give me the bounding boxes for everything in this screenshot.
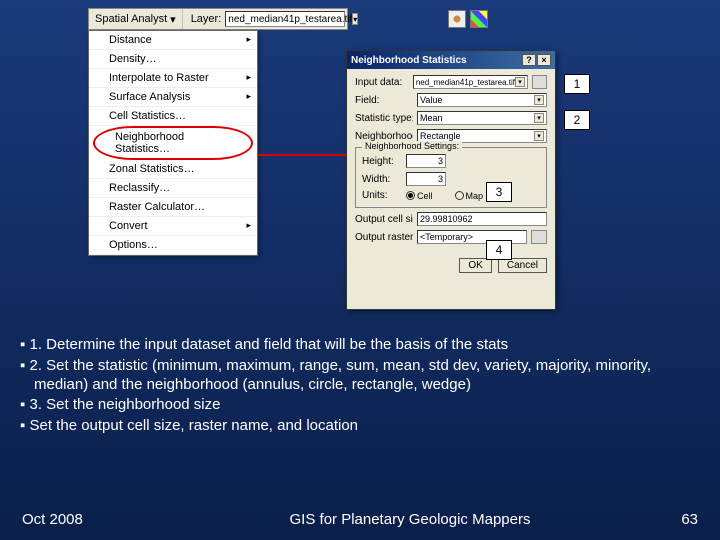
units-cell-radio[interactable]: Cell — [406, 191, 433, 201]
menu-item-interpolate[interactable]: Interpolate to Raster — [89, 69, 257, 88]
menu-item-distance[interactable]: Distance — [89, 31, 257, 50]
input-data-dropdown[interactable]: ned_median41p_testarea.tif ▾ — [413, 75, 528, 89]
chevron-down-icon: ▾ — [170, 13, 176, 26]
callout-2: 2 — [564, 110, 590, 130]
cancel-button[interactable]: Cancel — [498, 258, 547, 273]
bullet-item: 3. Set the neighborhood size — [20, 396, 700, 415]
bullet-item: 2. Set the statistic (minimum, maximum, … — [20, 357, 700, 395]
layer-dropdown[interactable]: ned_median41p_testarea.tif ▾ — [225, 11, 345, 27]
statistic-type-label: Statistic type: — [355, 113, 413, 124]
layer-label: Layer: — [183, 13, 226, 25]
chevron-down-icon: ▾ — [534, 113, 544, 123]
menu-item-convert[interactable]: Convert — [89, 217, 257, 236]
spatial-analyst-menu-button[interactable]: Spatial Analyst ▾ — [89, 9, 183, 29]
layer-value: ned_median41p_testarea.tif — [228, 14, 352, 25]
page-number: 63 — [638, 511, 698, 528]
footer-date: Oct 2008 — [22, 511, 182, 528]
dialog-titlebar[interactable]: Neighborhood Statistics ? × — [347, 51, 555, 69]
menu-item-options[interactable]: Options… — [89, 236, 257, 255]
menu-item-reclassify[interactable]: Reclassify… — [89, 179, 257, 198]
ok-button[interactable]: OK — [459, 258, 491, 273]
callout-3: 3 — [486, 182, 512, 202]
statistic-type-dropdown[interactable]: Mean ▾ — [417, 111, 547, 125]
browse-folder-icon[interactable] — [531, 230, 547, 244]
callout-4: 4 — [486, 240, 512, 260]
close-button[interactable]: × — [537, 54, 551, 66]
field-label: Field: — [355, 95, 413, 106]
units-label: Units: — [362, 190, 402, 201]
annotation-arrow — [258, 154, 358, 156]
neighborhood-settings-group: Neighborhood Settings: Height: 3 Width: … — [355, 147, 547, 208]
neighborhood-label: Neighborhood: — [355, 131, 413, 142]
screenshot-composite: Spatial Analyst ▾ Layer: ned_median41p_t… — [88, 8, 560, 308]
input-data-label: Input data: — [355, 77, 409, 88]
menu-item-cell-statistics[interactable]: Cell Statistics… — [89, 107, 257, 126]
menu-item-density[interactable]: Density… — [89, 50, 257, 69]
help-button[interactable]: ? — [522, 54, 536, 66]
height-input[interactable]: 3 — [406, 154, 446, 168]
output-cellsize-input[interactable]: 29.99810962 — [417, 212, 547, 226]
histogram-tool-icon[interactable] — [470, 10, 488, 28]
callout-1: 1 — [564, 74, 590, 94]
chevron-down-icon: ▾ — [534, 131, 544, 141]
toolbar-icons — [448, 10, 488, 28]
spatial-analyst-label: Spatial Analyst — [95, 13, 167, 25]
chevron-down-icon: ▾ — [515, 77, 525, 87]
slide-footer: Oct 2008 GIS for Planetary Geologic Mapp… — [0, 511, 720, 528]
group-title: Neighborhood Settings: — [362, 141, 462, 151]
menu-item-zonal-statistics[interactable]: Zonal Statistics… — [89, 160, 257, 179]
chevron-down-icon: ▾ — [534, 95, 544, 105]
dialog-title: Neighborhood Statistics — [351, 55, 467, 66]
menu-item-neighborhood-statistics[interactable]: Neighborhood Statistics… — [93, 126, 253, 160]
bullet-item: Set the output cell size, raster name, a… — [20, 417, 700, 436]
menu-item-surface-analysis[interactable]: Surface Analysis — [89, 88, 257, 107]
browse-folder-icon[interactable] — [532, 75, 547, 89]
neighborhood-statistics-dialog: Neighborhood Statistics ? × Input data: … — [346, 50, 556, 310]
bullet-list: 1. Determine the input dataset and field… — [20, 336, 700, 438]
height-label: Height: — [362, 156, 402, 167]
bullet-item: 1. Determine the input dataset and field… — [20, 336, 700, 355]
menu-item-raster-calculator[interactable]: Raster Calculator… — [89, 198, 257, 217]
field-dropdown[interactable]: Value ▾ — [417, 93, 547, 107]
contour-tool-icon[interactable] — [448, 10, 466, 28]
footer-title: GIS for Planetary Geologic Mappers — [182, 511, 638, 528]
spatial-analyst-dropdown-menu: Distance Density… Interpolate to Raster … — [88, 30, 258, 256]
output-raster-label: Output raster: — [355, 232, 413, 243]
output-cellsize-label: Output cell size: — [355, 214, 413, 225]
chevron-down-icon: ▾ — [352, 13, 358, 25]
width-label: Width: — [362, 174, 402, 185]
spatial-analyst-toolbar: Spatial Analyst ▾ Layer: ned_median41p_t… — [88, 8, 348, 30]
units-map-radio[interactable]: Map — [455, 191, 484, 201]
width-input[interactable]: 3 — [406, 172, 446, 186]
